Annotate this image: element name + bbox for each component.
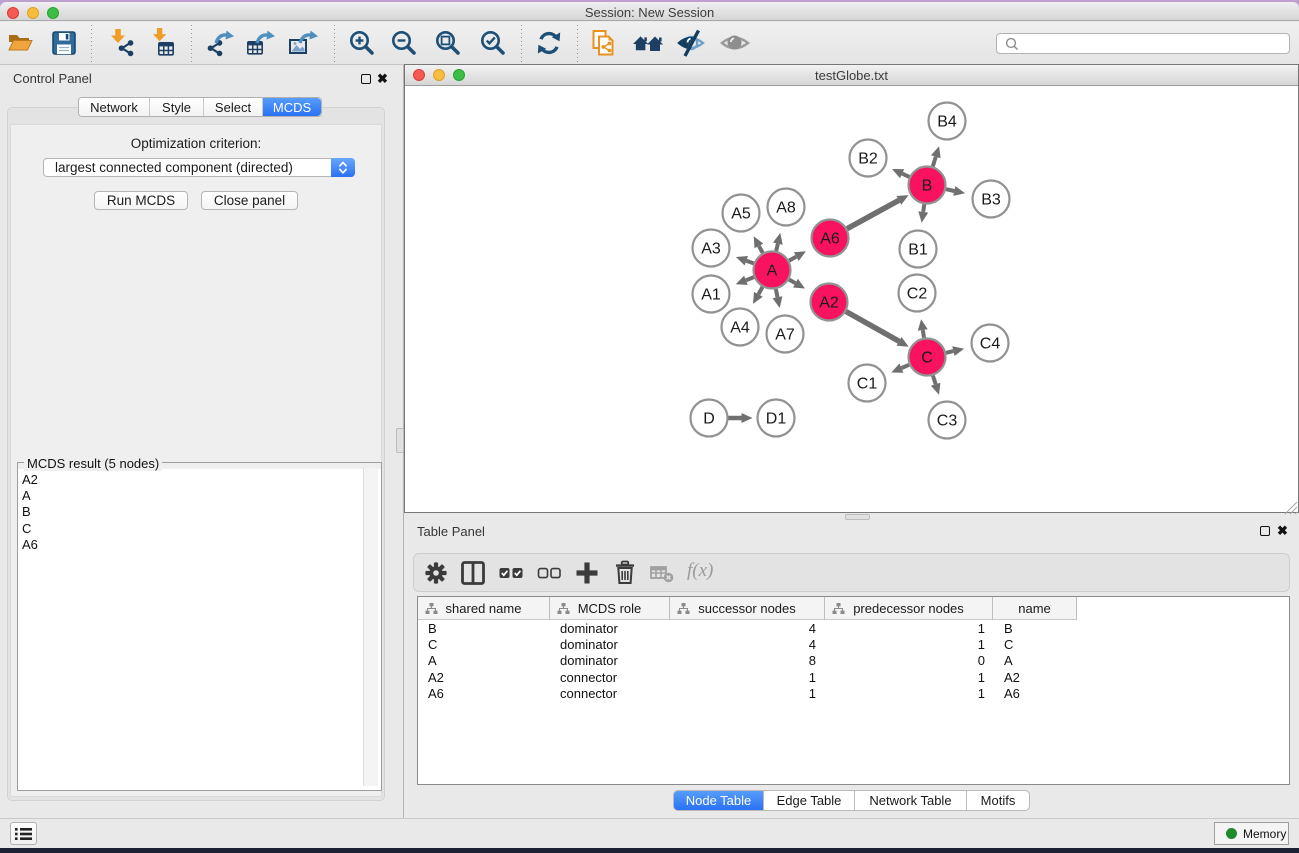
svg-text:A1: A1 xyxy=(701,287,721,304)
svg-text:C2: C2 xyxy=(907,286,928,303)
svg-text:A4: A4 xyxy=(730,320,750,337)
svg-text:C4: C4 xyxy=(980,336,1001,353)
svg-text:B4: B4 xyxy=(937,114,957,131)
svg-text:D: D xyxy=(703,411,715,428)
svg-text:C1: C1 xyxy=(857,376,878,393)
svg-text:A5: A5 xyxy=(731,206,751,223)
svg-text:A6: A6 xyxy=(820,231,840,248)
svg-text:A: A xyxy=(767,263,778,280)
svg-text:A7: A7 xyxy=(775,327,795,344)
svg-text:B: B xyxy=(922,178,933,195)
svg-text:B1: B1 xyxy=(908,242,928,259)
svg-text:A3: A3 xyxy=(701,241,721,258)
svg-text:A2: A2 xyxy=(819,295,839,312)
svg-text:D1: D1 xyxy=(766,411,787,428)
svg-text:A8: A8 xyxy=(776,200,796,217)
svg-text:B3: B3 xyxy=(981,192,1001,209)
svg-text:C3: C3 xyxy=(937,413,958,430)
svg-text:B2: B2 xyxy=(858,151,878,168)
svg-text:C: C xyxy=(921,350,933,367)
